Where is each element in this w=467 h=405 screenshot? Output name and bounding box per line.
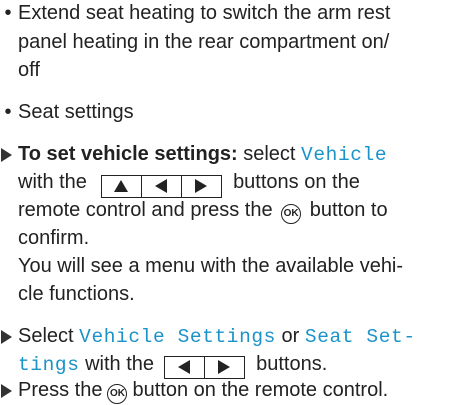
step-2-or: or xyxy=(276,325,305,347)
ok-button-icon: OK xyxy=(281,204,302,224)
bullet-marker: • xyxy=(4,101,12,123)
step-2-select: Select xyxy=(18,325,80,347)
step-1-note-2: cle functions. xyxy=(18,283,135,305)
left-button-icon xyxy=(165,356,205,378)
step-1-line-3: remote control and press the OK button t… xyxy=(0,197,388,224)
step-1-button-to: button to xyxy=(309,199,388,221)
step-1-select-text: select xyxy=(237,143,302,165)
up-button-icon xyxy=(102,175,142,197)
step-1-lead: To set vehicle settings: xyxy=(18,143,238,165)
step-3-rest: button on the remote control. xyxy=(132,379,389,401)
step-1-line-2: with the buttons on the xyxy=(0,169,360,198)
step-1-note-line-2: cle functions. xyxy=(0,281,135,308)
bullet-marker: • xyxy=(4,2,12,24)
menu-seat-settings-part-2: tings xyxy=(18,354,80,376)
bullet-item-1-line-3: off xyxy=(0,57,40,84)
bullet-item-2-text: Seat settings xyxy=(18,101,134,123)
left-right-buttons xyxy=(163,355,245,379)
step-1-line-4: confirm. xyxy=(0,225,89,252)
bullet-item-1-line-1: • Extend seat heating to switch the arm … xyxy=(0,0,390,27)
manual-page: • Extend seat heating to switch the arm … xyxy=(0,0,467,405)
step-2-line-1: Select Vehicle Settings or Seat Set- xyxy=(0,323,416,350)
bullet-item-1-text-2: panel heating in the rear compartment on… xyxy=(18,31,390,53)
bullet-item-1-line-2: panel heating in the rear compartment on… xyxy=(0,29,389,56)
step-arrow-icon xyxy=(1,384,12,398)
step-1-buttons-on-the: buttons on the xyxy=(233,171,360,193)
ok-button-icon: OK xyxy=(107,384,128,404)
step-1-with-the: with the xyxy=(18,171,87,193)
step-2-line-2: tings with the buttons. xyxy=(0,351,328,379)
menu-seat-settings-part-1: Seat Set- xyxy=(304,326,416,348)
bullet-item-1-text-3: off xyxy=(18,59,40,81)
step-1-confirm: confirm. xyxy=(18,227,90,249)
step-2-with-the: with the xyxy=(79,353,154,375)
step-1-line-1: To set vehicle settings: select Vehicle xyxy=(0,141,387,168)
step-1-remote-press: remote control and press the xyxy=(18,199,273,221)
menu-vehicle: Vehicle xyxy=(301,144,388,166)
up-left-right-buttons xyxy=(100,174,222,198)
step-1-note-line-1: You will see a menu with the available v… xyxy=(0,253,403,280)
right-button-icon xyxy=(205,357,244,378)
step-1-note-1: You will see a menu with the available v… xyxy=(18,255,404,277)
step-3-line-1: Press the OK button on the remote control. xyxy=(0,377,388,404)
step-arrow-icon xyxy=(1,148,12,162)
step-arrow-icon xyxy=(1,330,12,344)
step-2-buttons: buttons. xyxy=(256,353,328,375)
bullet-item-1-text-1: Extend seat heating to switch the arm re… xyxy=(18,2,391,24)
menu-vehicle-settings: Vehicle Settings xyxy=(79,326,276,348)
step-3-press: Press the xyxy=(18,379,103,401)
left-button-icon xyxy=(142,175,182,197)
bullet-item-2: • Seat settings xyxy=(0,99,134,126)
right-button-icon xyxy=(182,176,221,197)
